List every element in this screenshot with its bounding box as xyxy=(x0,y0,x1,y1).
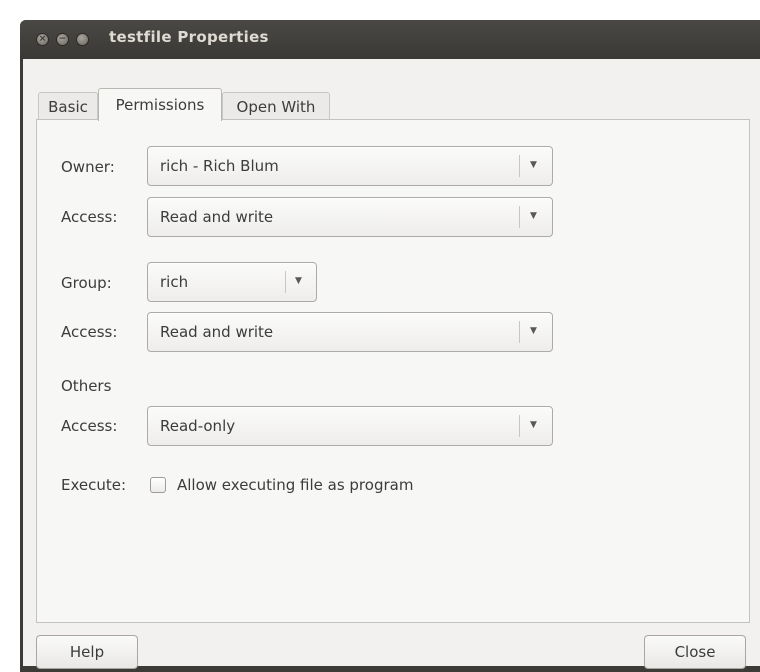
dropdown-separator xyxy=(285,271,286,293)
execute-label: Execute: xyxy=(61,476,127,494)
others-access-dropdown[interactable]: Read-only ▼ xyxy=(147,406,553,446)
others-access-value: Read-only xyxy=(160,417,236,435)
tab-basic[interactable]: Basic xyxy=(38,92,98,120)
dialog-content: Basic Permissions Open With Owner: rich … xyxy=(23,59,760,669)
properties-window: × − testfile Properties Basic Permission… xyxy=(20,20,760,672)
maximize-icon[interactable] xyxy=(76,33,89,46)
close-button[interactable]: Close xyxy=(644,635,746,669)
title-bar[interactable]: × − testfile Properties xyxy=(20,20,760,59)
execute-checkbox-label[interactable]: Allow executing file as program xyxy=(177,476,413,494)
permissions-panel: Owner: rich - Rich Blum ▼ Access: Read a… xyxy=(36,119,750,623)
owner-access-value: Read and write xyxy=(160,208,274,226)
chevron-down-icon: ▼ xyxy=(295,276,302,286)
group-access-label: Access: xyxy=(61,323,118,341)
group-value: rich xyxy=(160,273,189,291)
tab-open-with[interactable]: Open With xyxy=(222,92,330,120)
owner-label: Owner: xyxy=(61,158,115,176)
window-title: testfile Properties xyxy=(109,28,269,46)
others-access-label: Access: xyxy=(61,417,118,435)
group-access-dropdown[interactable]: Read and write ▼ xyxy=(147,312,553,352)
chevron-down-icon: ▼ xyxy=(530,160,537,170)
tab-permissions[interactable]: Permissions xyxy=(98,88,222,121)
group-label: Group: xyxy=(61,274,112,292)
dropdown-separator xyxy=(519,321,520,343)
chevron-down-icon: ▼ xyxy=(530,420,537,430)
help-button[interactable]: Help xyxy=(36,635,138,669)
minimize-icon[interactable]: − xyxy=(56,33,69,46)
execute-checkbox[interactable] xyxy=(150,477,166,493)
group-access-value: Read and write xyxy=(160,323,274,341)
owner-access-label: Access: xyxy=(61,208,118,226)
dropdown-separator xyxy=(519,415,520,437)
dropdown-separator xyxy=(519,155,520,177)
others-heading: Others xyxy=(61,377,112,395)
dropdown-separator xyxy=(519,206,520,228)
owner-dropdown[interactable]: rich - Rich Blum ▼ xyxy=(147,146,553,186)
chevron-down-icon: ▼ xyxy=(530,326,537,336)
chevron-down-icon: ▼ xyxy=(530,211,537,221)
owner-value: rich - Rich Blum xyxy=(160,157,279,175)
close-icon[interactable]: × xyxy=(36,33,49,46)
group-dropdown[interactable]: rich ▼ xyxy=(147,262,317,302)
owner-access-dropdown[interactable]: Read and write ▼ xyxy=(147,197,553,237)
